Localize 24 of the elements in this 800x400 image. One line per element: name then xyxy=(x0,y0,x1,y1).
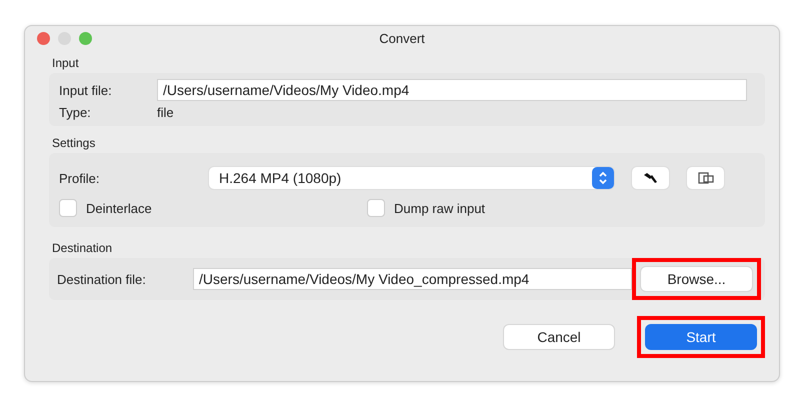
wrench-icon[interactable] xyxy=(632,167,669,189)
field-label: Type: xyxy=(59,105,92,120)
profile-dropdown[interactable]: H.264 MP4 (1080p) xyxy=(209,167,614,189)
window-title: Convert xyxy=(379,30,425,46)
input-field[interactable]: /Users/username/Videos/My Video.mp4 xyxy=(157,79,747,101)
checkbox-label: Dump raw input xyxy=(394,200,486,216)
stepper-icon xyxy=(592,167,614,189)
section-title: Destination xyxy=(52,241,112,255)
browse-button[interactable]: Browse... xyxy=(641,267,752,291)
input-field[interactable]: /Users/username/Videos/My Video_compressed.mp4 xyxy=(193,268,632,290)
start-button[interactable]: Start xyxy=(646,325,756,349)
checkbox-label: Deinterlace xyxy=(86,200,152,216)
checkbox[interactable] xyxy=(367,199,385,217)
section-title: Settings xyxy=(52,136,96,150)
type-value: file xyxy=(157,105,174,120)
section-title: Input xyxy=(52,56,79,70)
cancel-button[interactable]: Cancel xyxy=(504,325,614,349)
close-icon[interactable] xyxy=(37,32,50,44)
field-label: Destination file: xyxy=(57,272,147,286)
checkbox[interactable] xyxy=(59,199,77,217)
field-label: Input file: xyxy=(59,82,113,98)
field-label: Profile: xyxy=(59,170,100,186)
zoom-icon[interactable] xyxy=(79,32,92,44)
copy-icon[interactable] xyxy=(687,167,724,189)
